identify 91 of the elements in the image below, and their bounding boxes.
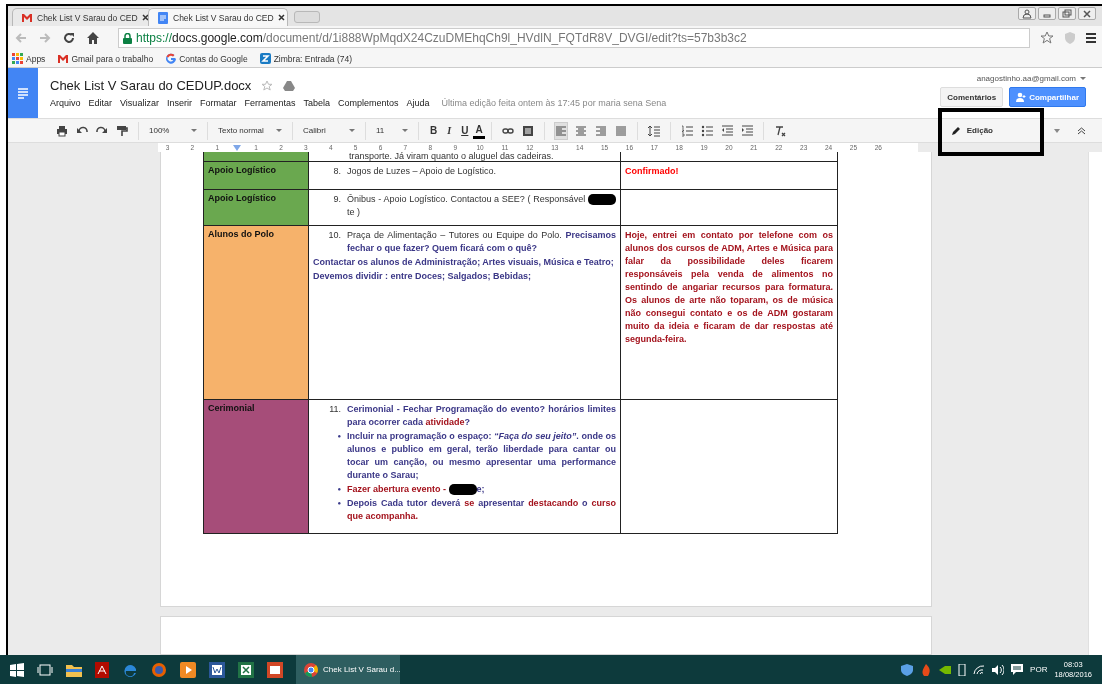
browser-tab[interactable]: Chek List V Sarau do CED (148, 8, 288, 26)
numbered-list-icon[interactable] (680, 124, 693, 137)
star-icon[interactable] (261, 79, 274, 92)
bookmark[interactable]: Zimbra: Entrada (74) (259, 53, 353, 64)
category-cell: Apoio Logístico (203, 161, 309, 190)
drive-icon[interactable] (283, 80, 296, 91)
notification-icon[interactable] (1011, 664, 1024, 675)
star-icon[interactable] (1040, 31, 1054, 45)
menu-item[interactable]: Inserir (166, 98, 192, 108)
underline-button[interactable]: U (456, 121, 474, 140)
cell-text: Devemos dividir : entre Doces; Salgados; Bebidas; (313, 270, 533, 283)
cell-text: Hoje, entrei em contato por telefone com os alunos dos cursos de ADM, Artes e Música para falar da possibilidade deles ficarem responsáveis pela venda de alimentos no sentindo de angariar recursos para formatura. Os alunos de arte não toparam, os de música não consegui contato e os de ADM gostaram muito da ideia e ficaram de dar respostas até segunda-feira. (625, 229, 833, 346)
category-cell: Cerimonial (203, 399, 309, 534)
menu-icon[interactable] (1086, 33, 1096, 43)
close-icon[interactable] (141, 14, 149, 21)
restore-icon[interactable] (1062, 8, 1072, 19)
reload-icon[interactable] (62, 31, 76, 45)
language-indicator[interactable]: POR (1030, 665, 1048, 674)
spreadsheet-icon[interactable] (238, 661, 254, 678)
shield-icon[interactable] (901, 663, 914, 676)
cell-text: 9. Ônibus - Apoio Logístico. Contactou a SEE? ( Responsável te ) (313, 193, 616, 219)
cell-text: Contactar os alunos de Administração; Artes visuais, Música e Teatro; (313, 256, 615, 269)
flame-icon[interactable] (920, 663, 933, 676)
folder-icon[interactable] (66, 662, 82, 677)
bookmark[interactable]: Gmail para o trabalho (57, 53, 154, 64)
menu-item[interactable]: Formatar (199, 98, 237, 108)
bookmark[interactable]: Contas do Google (165, 53, 248, 64)
menu-item[interactable]: Tabela (303, 98, 330, 108)
mail-icon (21, 11, 33, 24)
apps-grid-icon (12, 53, 23, 64)
account-menu[interactable]: anagostinho.aa@gmail.com (976, 74, 1086, 83)
url-text: https://docs.google.com/document/d/1i888WpMqdX24CzuDMEhqCh9l_HVdlN_FQTdR8V_DVGI/edit?ts=57b3b3c2 (136, 31, 747, 45)
style-dropdown[interactable]: Texto normal (214, 121, 286, 140)
bookmark[interactable]: Apps (12, 53, 46, 64)
task-view-icon[interactable] (37, 663, 53, 676)
last-edit-text[interactable]: Última edição feita ontem às 17:45 por maria sena Sena (441, 98, 667, 108)
url-field[interactable]: https://docs.google.com/document/d/1i888WpMqdX24CzuDMEhqCh9l_HVdlN_FQTdR8V_DVGI/edit?ts=57b3b3c2 (118, 28, 1030, 48)
document-title[interactable]: Chek List V Sarau do CEDUP.docx (50, 78, 252, 93)
windows-logo-icon[interactable] (10, 662, 24, 677)
pencil-icon (950, 125, 961, 136)
bulleted-list-icon[interactable] (700, 124, 713, 137)
close-icon[interactable] (277, 14, 285, 21)
usb-drive-icon[interactable] (958, 663, 967, 676)
category-cell: Alunos do Polo (203, 225, 309, 400)
font-dropdown[interactable]: Calibri (299, 121, 359, 140)
document-lines-icon (17, 87, 29, 99)
menu-item[interactable]: Ferramentas (244, 98, 296, 108)
slides-icon[interactable] (267, 661, 283, 678)
cell-text: transporte. Já viram quanto o aluguel das cadeiras. (349, 152, 554, 161)
italic-button[interactable]: I (442, 121, 457, 140)
print-icon[interactable] (56, 124, 68, 137)
cell-text: Confirmado! (625, 165, 680, 178)
menu-item[interactable]: Editar (88, 98, 113, 108)
cell-text: 10. Praça de Alimentação – Tutores ou Equipe do Polo. Precisamos fechar o que fazer? Quem ficará com o quê? (327, 229, 616, 255)
menu-item[interactable]: Ajuda (406, 98, 430, 108)
document-icon (157, 11, 169, 24)
mail-icon (57, 53, 69, 64)
volume-icon[interactable] (992, 664, 1005, 675)
pdf-reader-icon[interactable] (95, 661, 109, 678)
font-size-dropdown[interactable]: 11 (372, 121, 412, 140)
person-icon (1016, 92, 1027, 102)
caret-icon[interactable] (1054, 128, 1060, 133)
zoom-dropdown[interactable]: 100% (145, 121, 201, 140)
collapse-icon[interactable] (1077, 126, 1086, 135)
cell-text: 8. Jogos de Luzes – Apoio de Logístico. (332, 165, 498, 178)
tray-app-icon[interactable] (939, 664, 952, 675)
google-g-icon (165, 53, 177, 64)
close-icon[interactable] (1082, 8, 1092, 19)
clear-formatting-icon[interactable] (773, 124, 786, 137)
zimbra-icon (259, 53, 271, 64)
firefox-icon[interactable] (151, 661, 167, 678)
word-icon[interactable] (209, 661, 225, 678)
docs-logo[interactable] (8, 68, 38, 118)
line-spacing-icon[interactable] (647, 124, 660, 137)
comments-button[interactable]: Comentários (940, 87, 1004, 107)
chrome-icon (304, 662, 318, 677)
category-cell: Apoio Logístico (203, 189, 309, 226)
lock-icon (123, 32, 132, 44)
cell-text: 11. Cerimonial - Fechar Programação do evento? horários limites para ocorrer cada atividade? (328, 403, 616, 429)
taskbar-window-button[interactable]: Chek List V Sarau d... (296, 655, 400, 684)
bold-button[interactable]: B (425, 121, 443, 140)
media-player-icon[interactable] (180, 661, 196, 678)
text-color-button[interactable]: A (473, 122, 485, 139)
home-icon[interactable] (86, 31, 100, 45)
user-icon[interactable] (1022, 8, 1032, 19)
editing-mode-button[interactable]: Edição (942, 120, 1001, 141)
menu-item[interactable]: Complementos (338, 98, 399, 108)
menu-item[interactable]: Visualizar (120, 98, 159, 108)
paint-roller-icon[interactable] (116, 124, 128, 137)
menu-item[interactable]: Arquivo (50, 98, 81, 108)
wifi-icon[interactable] (973, 664, 986, 675)
